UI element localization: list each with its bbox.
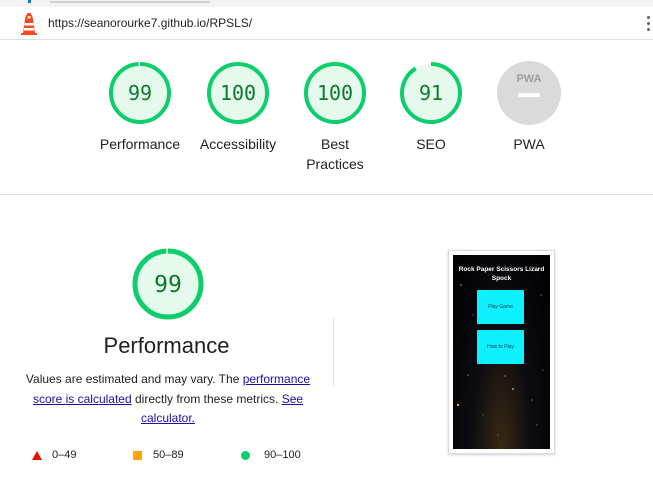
screenshot-play-button: Play Game xyxy=(477,290,524,324)
legend-average: 50–89 xyxy=(133,447,184,463)
legend-pass: 90–100 xyxy=(241,447,301,463)
legend-average-range: 50–89 xyxy=(153,449,184,461)
pwa-badge-icon: PWA xyxy=(497,61,561,125)
legend-fail-range: 0–49 xyxy=(52,449,77,461)
performance-score: 99 xyxy=(128,81,152,105)
accessibility-gauge-ring: 100 xyxy=(207,62,269,124)
score-gauges: 99 Performance 100 Accessibility 100 Bes… xyxy=(0,40,653,195)
seo-score: 91 xyxy=(419,81,443,105)
performance-large-score: 99 xyxy=(154,272,182,298)
gauge-seo[interactable]: 91 SEO xyxy=(381,60,481,154)
square-icon xyxy=(133,450,142,460)
pwa-label: PWA xyxy=(513,136,545,152)
gauge-best-practices[interactable]: 100 Best Practices xyxy=(285,60,385,174)
desc-text-2: directly from these metrics. xyxy=(131,391,282,406)
report-url[interactable]: https://seanorourke7.github.io/RPSLS/ xyxy=(48,16,252,30)
best-practices-gauge-ring: 100 xyxy=(304,62,366,124)
faded-tab-title xyxy=(50,1,210,3)
triangle-icon xyxy=(32,450,42,460)
section-divider xyxy=(333,318,334,386)
legend-pass-range: 90–100 xyxy=(264,449,301,461)
performance-section: 99 Performance Values are estimated and … xyxy=(0,195,333,489)
final-screenshot[interactable]: Rock Paper Scissors Lizard Spock Play Ga… xyxy=(448,250,555,454)
gauge-pwa[interactable]: PWA PWA xyxy=(479,60,579,154)
best-practices-score: 100 xyxy=(317,81,353,105)
screenshot-image: Rock Paper Scissors Lizard Spock Play Ga… xyxy=(453,255,550,449)
gauge-performance[interactable]: 99 Performance xyxy=(90,60,190,154)
top-strip xyxy=(0,0,653,7)
seo-label: SEO xyxy=(416,136,446,152)
seo-gauge-ring: 91 xyxy=(400,62,462,124)
accessibility-score: 100 xyxy=(220,81,256,105)
performance-label: Performance xyxy=(99,136,181,152)
more-options-icon[interactable] xyxy=(646,16,651,32)
best-practices-label: Best Practices xyxy=(306,136,364,172)
lighthouse-icon xyxy=(21,13,37,35)
performance-gauge-ring: 99 xyxy=(109,62,171,124)
desc-text-1: Values are estimated and may vary. The xyxy=(25,372,243,386)
report-topbar: https://seanorourke7.github.io/RPSLS/ xyxy=(0,7,653,40)
screenshot-title: Rock Paper Scissors Lizard Spock xyxy=(458,266,545,282)
legend-fail: 0–49 xyxy=(32,447,76,463)
pwa-badge-text: PWA xyxy=(516,73,541,85)
performance-description: Values are estimated and may vary. The p… xyxy=(22,370,314,429)
performance-title: Performance xyxy=(103,333,230,358)
score-legend: 0–49 50–89 90–100 xyxy=(32,447,322,463)
accessibility-label: Accessibility xyxy=(199,136,277,152)
screenshot-how-button: How to Play xyxy=(477,330,524,364)
circle-icon xyxy=(241,450,250,460)
tab-indicator xyxy=(28,0,31,3)
lighthouse-report: https://seanorourke7.github.io/RPSLS/ 99… xyxy=(0,0,653,489)
gauge-accessibility[interactable]: 100 Accessibility xyxy=(188,60,288,154)
performance-large-gauge: 99 xyxy=(132,248,204,320)
